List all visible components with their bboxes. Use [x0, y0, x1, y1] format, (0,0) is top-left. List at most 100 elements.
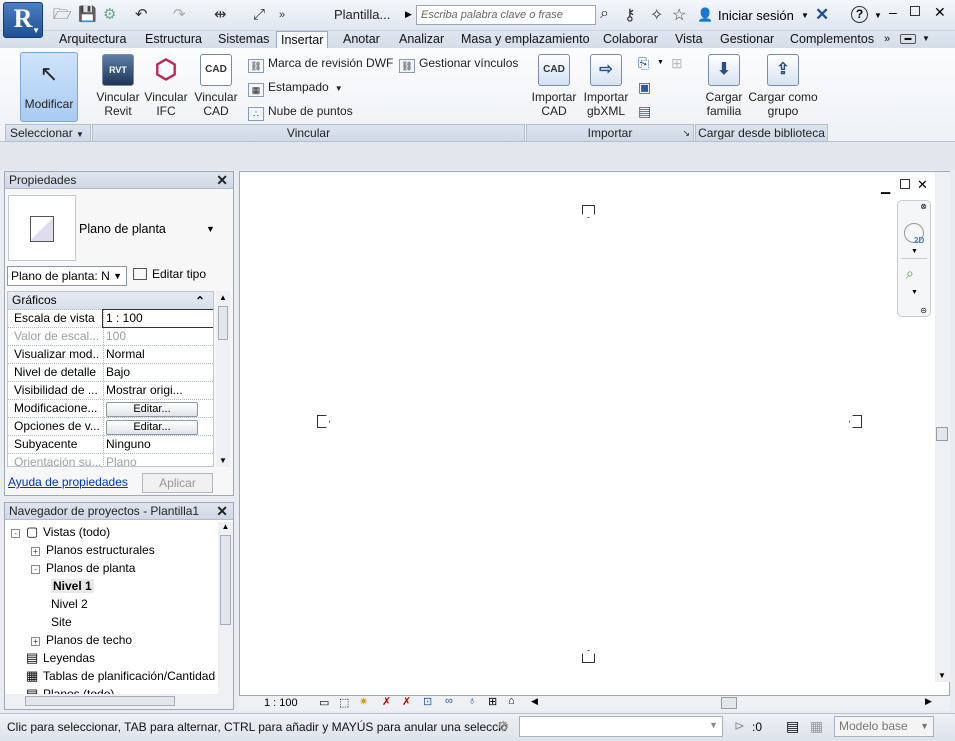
zoom-icon[interactable]: ⌕: [906, 265, 914, 282]
panel-seleccionar[interactable]: Seleccionar ▼: [5, 124, 91, 142]
tree-item[interactable]: Nivel 1: [51, 578, 94, 594]
search-input[interactable]: Escriba palabra clave o frase: [416, 5, 596, 25]
vincular-cad-button[interactable]: CAD Vincular CAD: [192, 54, 240, 118]
tab-gestionar[interactable]: Gestionar: [716, 31, 778, 48]
expand-icon[interactable]: ▶: [405, 9, 412, 20]
tab-insertar[interactable]: Insertar: [276, 31, 329, 49]
close-icon[interactable]: ✕: [934, 4, 946, 21]
chevron-down-icon[interactable]: ▼: [206, 224, 215, 234]
importar-gbxml-button[interactable]: ⇨ Importar gbXML: [580, 54, 632, 118]
design-option-select[interactable]: Modelo base ▼: [834, 716, 934, 737]
edit-button[interactable]: Editar...: [106, 420, 198, 435]
elevation-marker-west[interactable]: [317, 415, 330, 428]
redo-icon[interactable]: ↷: [173, 6, 186, 24]
close-icon[interactable]: ✕: [216, 503, 228, 519]
properties-scrollbar[interactable]: ▲ ▼: [216, 291, 230, 467]
elevation-marker-east[interactable]: [849, 415, 862, 428]
type-selector-preview[interactable]: [8, 195, 76, 261]
navbar-options-icon[interactable]: ⊝: [920, 306, 927, 315]
tree-item[interactable]: Nivel 2: [51, 596, 88, 612]
property-value[interactable]: Ninguno: [103, 436, 213, 453]
chevron-down-icon[interactable]: ▼: [911, 289, 918, 296]
exchange-apps-icon[interactable]: ✕: [815, 5, 829, 25]
workset-select[interactable]: ▼: [519, 716, 723, 737]
tab-colaborar[interactable]: Colaborar: [599, 31, 662, 48]
collapse-icon[interactable]: ⌃: [195, 293, 205, 310]
key-icon[interactable]: ⚷: [624, 5, 636, 25]
expand-icon[interactable]: +: [31, 637, 40, 646]
chevron-down-icon[interactable]: ▼: [911, 248, 918, 255]
ribbon-minimize-icon[interactable]: ▬: [900, 34, 916, 44]
shadows-icon[interactable]: ✗: [382, 695, 391, 708]
design-options-icon[interactable]: ▦: [810, 718, 823, 735]
tree-item[interactable]: - Planos de planta: [31, 560, 135, 576]
tabs-more-icon[interactable]: »: [880, 31, 894, 48]
property-category[interactable]: Gráficos ⌃: [8, 292, 213, 310]
minimize-icon[interactable]: –: [889, 4, 897, 20]
scroll-left-icon[interactable]: ◀: [531, 696, 538, 707]
tab-arquitectura[interactable]: Arquitectura: [55, 31, 130, 48]
sync-icon[interactable]: ⚙: [103, 6, 116, 24]
project-browser-scrollbar[interactable]: ▲: [218, 522, 233, 694]
aplicar-button[interactable]: Aplicar: [142, 473, 213, 493]
vincular-ifc-button[interactable]: ⬡ Vincular IFC: [142, 54, 190, 118]
application-menu-button[interactable]: R ▼: [3, 2, 43, 38]
worksets-icon[interactable]: ⚙: [497, 718, 510, 735]
detail-level-icon[interactable]: ▭: [319, 696, 329, 709]
infocenter-icon[interactable]: ✧: [650, 5, 663, 25]
estampado-button[interactable]: ▦ Estampado ▼: [248, 79, 343, 97]
reveal-hidden-icon[interactable]: ♁: [468, 695, 476, 707]
collapse-icon[interactable]: -: [11, 529, 20, 538]
property-value[interactable]: Normal: [103, 346, 213, 363]
qat-more-icon[interactable]: »: [279, 6, 285, 24]
property-value[interactable]: 1 : 100: [102, 309, 213, 328]
editable-only-icon[interactable]: ▤: [786, 718, 799, 735]
help-icon[interactable]: ?: [851, 6, 868, 23]
dimension-icon[interactable]: ⤢: [253, 6, 265, 24]
project-browser-hscrollbar[interactable]: [5, 694, 233, 709]
cargar-grupo-button[interactable]: ⇪ Cargar como grupo: [746, 54, 820, 118]
edit-button[interactable]: Editar...: [106, 402, 198, 417]
ayuda-propiedades-link[interactable]: Ayuda de propiedades: [8, 475, 128, 489]
tab-sistemas[interactable]: Sistemas: [214, 31, 273, 48]
property-value[interactable]: Editar...: [103, 418, 213, 435]
import-family-types-icon[interactable]: ⎘: [638, 55, 649, 72]
help-dropdown-icon[interactable]: ▼: [874, 11, 882, 20]
binoculars-icon[interactable]: ⌕: [600, 5, 609, 23]
star-icon[interactable]: ☆: [672, 5, 686, 25]
analytical-model-icon[interactable]: ⌂: [508, 695, 515, 707]
navbar-close-icon[interactable]: ⊗: [920, 202, 927, 211]
dialog-launcher-icon[interactable]: ↘: [682, 125, 690, 141]
ribbon-options-icon[interactable]: ▼: [918, 31, 934, 48]
property-value[interactable]: Mostrar origi...: [103, 382, 213, 399]
tree-item[interactable]: Site: [51, 614, 72, 630]
tab-analizar[interactable]: Analizar: [395, 31, 448, 48]
importar-cad-button[interactable]: CAD Importar CAD: [528, 54, 580, 118]
tab-masa[interactable]: Masa y emplazamiento: [457, 31, 594, 48]
tree-item[interactable]: ▤ Leyendas: [11, 650, 95, 666]
modificar-button[interactable]: ↖ Modificar: [20, 52, 78, 122]
nube-puntos-button[interactable]: ∴ Nube de puntos: [248, 103, 353, 121]
tree-item[interactable]: ▦ Tablas de planificación/Cantidad: [11, 668, 215, 684]
canvas-hscroll-thumb[interactable]: [721, 697, 737, 709]
property-value[interactable]: Bajo: [103, 364, 213, 381]
temp-view-props-icon[interactable]: ⊞: [488, 695, 497, 708]
tree-item[interactable]: - ▢ Vistas (todo): [11, 524, 110, 540]
view-scale[interactable]: 1 : 100: [264, 696, 298, 710]
undo-icon[interactable]: ↶: [135, 6, 148, 24]
manage-images-icon[interactable]: ▤: [638, 103, 651, 120]
close-icon[interactable]: ✕: [216, 172, 228, 188]
crop-view-icon[interactable]: ✗: [402, 695, 411, 708]
tree-item[interactable]: ▤ Planos (todo): [11, 686, 114, 694]
view-minimize-icon[interactable]: ▁: [881, 180, 890, 194]
elevation-marker-north[interactable]: [582, 205, 595, 218]
cargar-familia-button[interactable]: ⬇ Cargar familia: [700, 54, 748, 118]
property-value[interactable]: Editar...: [103, 400, 213, 417]
temporary-hide-icon[interactable]: ∞: [445, 695, 453, 707]
measure-icon[interactable]: ⇹: [214, 6, 227, 24]
tree-item[interactable]: + Planos estructurales: [31, 542, 155, 558]
signin-button[interactable]: Iniciar sesión: [718, 8, 794, 23]
open-icon[interactable]: 🗁: [53, 6, 72, 24]
tab-anotar[interactable]: Anotar: [339, 31, 384, 48]
instance-filter-select[interactable]: Plano de planta: N ▼: [7, 266, 127, 286]
